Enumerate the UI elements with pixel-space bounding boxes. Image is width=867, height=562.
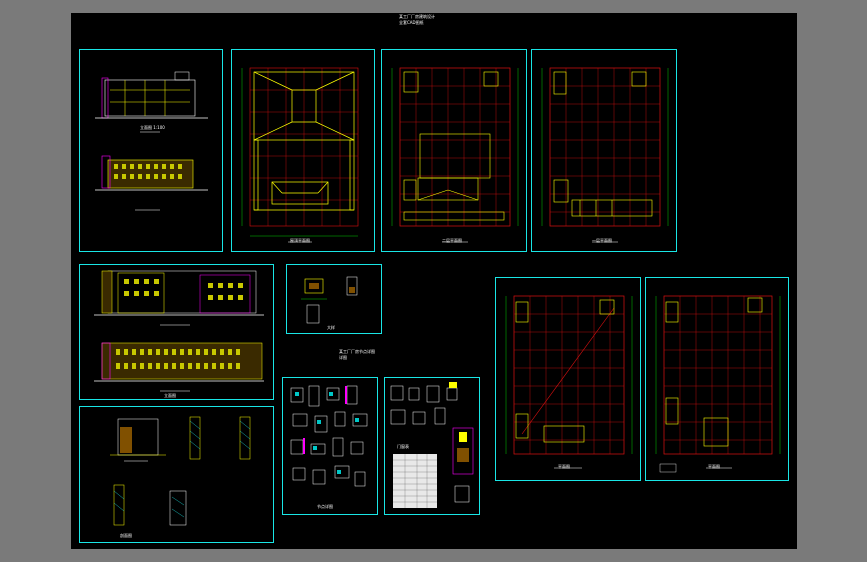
section-drawing xyxy=(110,416,251,526)
sheet-caption: 屋顶平面图 xyxy=(290,238,310,243)
floor-plan-drawing xyxy=(391,67,519,243)
sheet-caption: 平面图 xyxy=(558,464,570,469)
sheet-caption: 一层平面图 xyxy=(592,238,612,243)
sheet-caption: 大样 xyxy=(327,325,335,330)
sheet-caption: 平面图 xyxy=(708,464,720,469)
floor-plan-drawing xyxy=(505,295,633,469)
sheet-caption: 节点详图 xyxy=(317,504,333,509)
sheet-plan-roof[interactable]: 屋顶平面图 xyxy=(231,49,375,252)
roof-plan-drawing xyxy=(241,67,359,243)
sheet-caption: 立面图 xyxy=(164,393,176,398)
sheet-plan-2[interactable]: 二层平面图 xyxy=(381,49,527,252)
drawing-title-line2: 全套CAD图纸 xyxy=(399,20,424,25)
sheet-caption: 剖面图 xyxy=(120,533,132,538)
sheet-elevations-a[interactable]: 立面图 1:100 xyxy=(79,49,223,252)
detail-drawing xyxy=(301,276,358,324)
sheet-caption: 门窗表 xyxy=(397,444,409,449)
sheet-caption: 二层平面图 xyxy=(442,238,462,243)
sheet-details-a[interactable]: 节点详图 xyxy=(282,377,378,515)
elevation-drawing xyxy=(95,71,208,211)
elevation-drawing xyxy=(94,270,264,392)
sheet-plan-1[interactable]: 一层平面图 xyxy=(531,49,677,252)
detail-title-line2: 详图 xyxy=(339,355,347,360)
floor-plan-drawing xyxy=(541,67,669,243)
drawing-canvas[interactable]: 某工厂厂房建筑设计 全套CAD图纸 某工厂厂房节点详图 详图 立面图 1:100… xyxy=(71,13,797,549)
sheet-plan-4[interactable]: 平面图 xyxy=(645,277,789,481)
sheet-caption: 立面图 1:100 xyxy=(140,125,165,130)
sheet-plan-3[interactable]: 平面图 xyxy=(495,277,641,481)
detail-drawing xyxy=(290,385,368,487)
sheet-detail-small[interactable]: 大样 xyxy=(286,264,382,334)
sheet-sections[interactable]: 剖面图 xyxy=(79,406,274,543)
floor-plan-drawing xyxy=(655,295,781,473)
sheet-elevations-b[interactable]: 立面图 xyxy=(79,264,274,400)
sheet-details-b[interactable]: 门窗表 xyxy=(384,377,480,515)
